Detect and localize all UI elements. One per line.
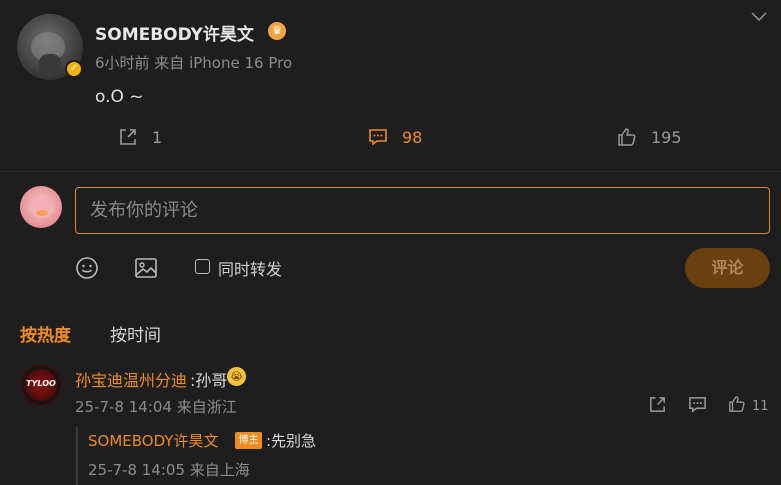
comment-count: 98 (402, 127, 423, 147)
share-icon (120, 129, 136, 145)
reply-meta: 25-7-8 14:05 来自上海 (88, 461, 250, 479)
like-count: 195 (651, 127, 682, 147)
post-author-name[interactable]: SOMEBODY许昊文 (95, 20, 254, 45)
reply-text: :先别急 (266, 432, 317, 450)
comment-reply-icon[interactable] (688, 395, 707, 414)
repost-label: 同时转发 (218, 260, 283, 279)
comment-button[interactable]: 98 (368, 125, 422, 149)
reply-thread-line (76, 427, 78, 485)
comment-text: :孙哥 (190, 371, 228, 390)
tab-sort-hot[interactable]: 按热度 (20, 321, 71, 346)
chevron-down-icon[interactable] (751, 12, 767, 22)
thumbs-up-icon (729, 395, 745, 412)
emoji-icon[interactable] (75, 256, 99, 280)
post-meta: 6小时前 来自 iPhone 16 Pro (95, 54, 293, 72)
comment-share-icon[interactable] (648, 395, 667, 414)
submit-comment-button[interactable]: 评论 (685, 248, 770, 288)
comment-like-count: 11 (752, 399, 769, 414)
verified-badge-icon: ✓ (65, 60, 83, 78)
comment-meta: 25-7-8 14:04 来自浙江 (75, 398, 237, 416)
crying-emoji-icon: 😭 (227, 367, 246, 386)
reply-author-name[interactable]: SOMEBODY许昊文 (88, 430, 218, 451)
comment-input[interactable]: 发布你的评论 (75, 187, 770, 234)
comment-icon (369, 129, 387, 146)
crown-icon: ♛ (268, 22, 286, 40)
like-button[interactable]: 195 (617, 125, 682, 149)
image-icon[interactable] (134, 256, 158, 280)
comment-author-name[interactable]: 孙宝迪温州分迪 (75, 367, 187, 391)
share-button[interactable]: 1 (118, 125, 162, 149)
divider (0, 171, 781, 172)
current-user-avatar[interactable] (20, 186, 62, 228)
author-badge: 博主 (235, 432, 262, 449)
repost-checkbox[interactable] (195, 259, 210, 274)
tab-sort-time[interactable]: 按时间 (110, 321, 161, 346)
comment-like-button[interactable]: 11 (728, 393, 769, 414)
commenter-avatar[interactable]: TYLOO (20, 364, 62, 406)
share-count: 1 (152, 127, 163, 147)
post-text: o.O ~ (95, 87, 144, 107)
thumbs-up-icon (618, 128, 636, 146)
